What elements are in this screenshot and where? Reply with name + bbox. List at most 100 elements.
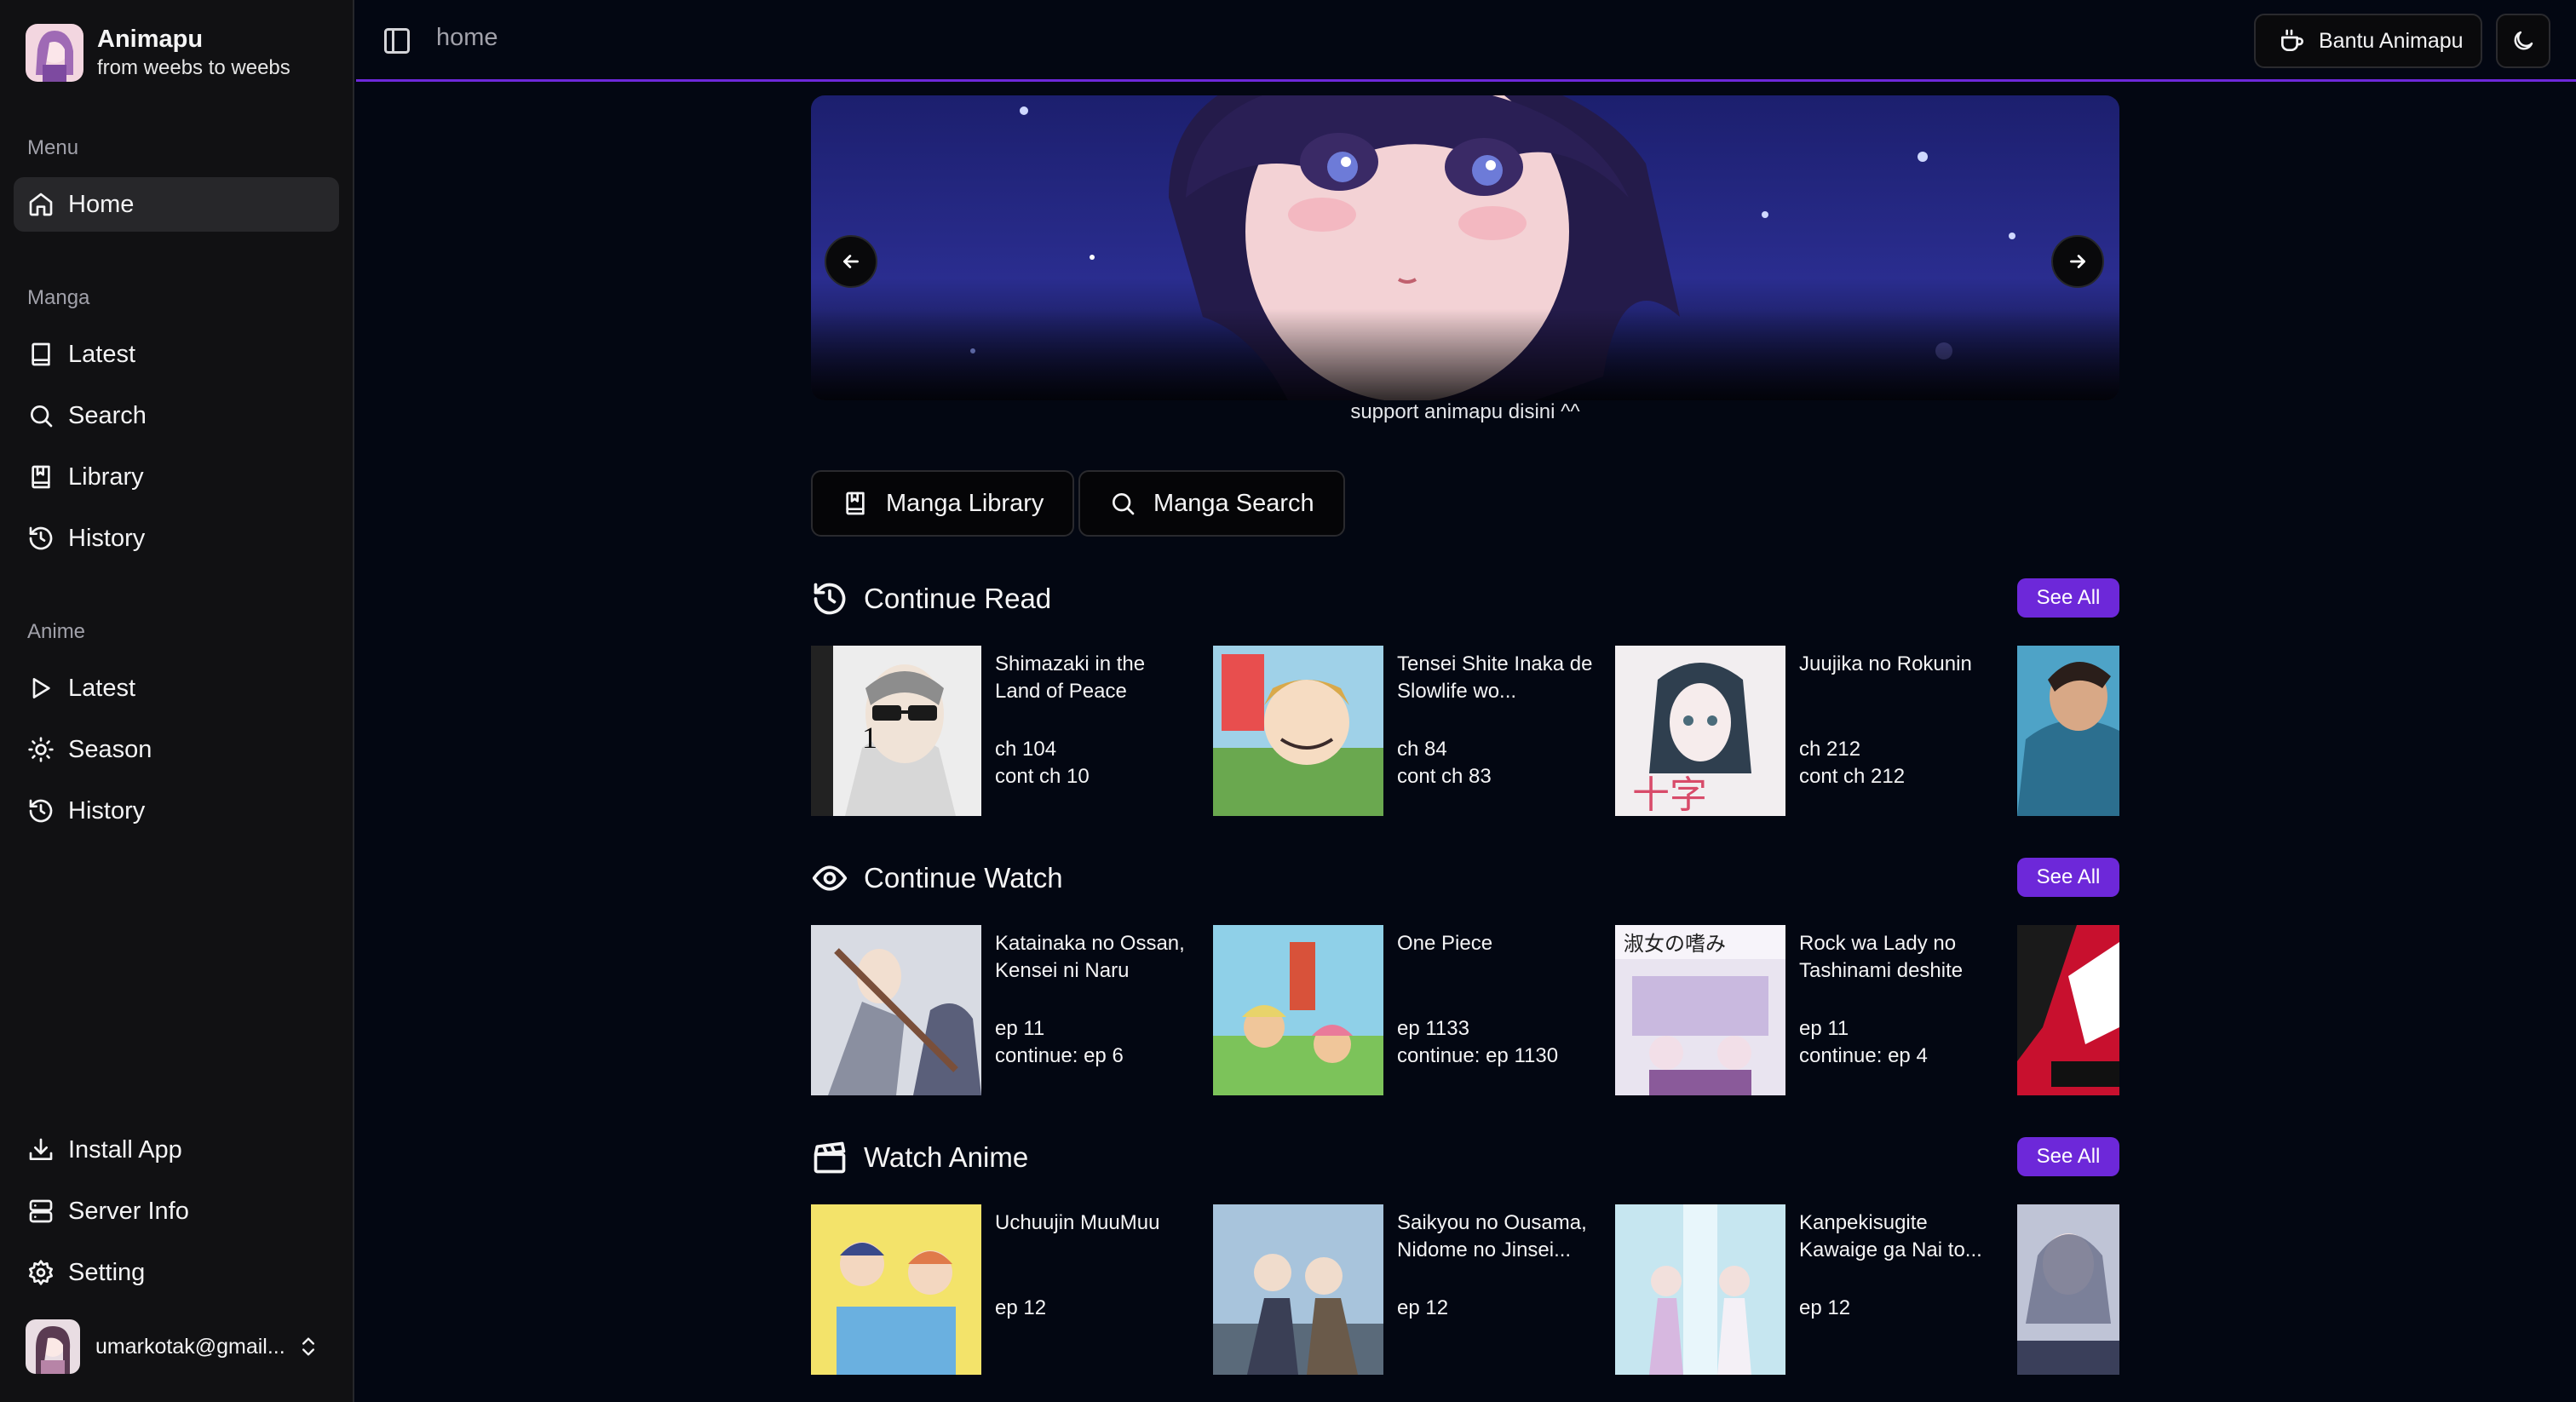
svg-text:淑女の嗜み: 淑女の嗜み [1624, 932, 1726, 956]
breadcrumb: home [436, 24, 498, 51]
sidebar-item-manga-latest[interactable]: Latest [14, 327, 339, 382]
carousel-next-button[interactable] [2051, 235, 2104, 288]
sidebar-item-label: Latest [68, 340, 135, 368]
manga-cover[interactable] [1213, 646, 1383, 816]
anime-card[interactable]: Katainaka no Ossan, Kensei ni Naru ep 11… [811, 925, 1194, 1095]
brand[interactable]: Animapu from weebs to weebs [26, 24, 290, 82]
banner-caption[interactable]: support animapu disini ^^ [811, 400, 2119, 424]
anime-cover[interactable] [1213, 925, 1383, 1095]
sidebar-item-label: Search [68, 401, 147, 429]
avatar [26, 1319, 80, 1374]
coffee-icon [2281, 29, 2303, 51]
anime-card-peek[interactable] [2017, 1204, 2119, 1375]
book-icon [27, 341, 55, 368]
card-title: Juujika no Rokunin [1799, 652, 1972, 675]
manga-cover[interactable]: 1 [811, 646, 981, 816]
card-latest: ep 11 [995, 1017, 1045, 1040]
gear-icon [27, 1259, 55, 1286]
sidebar-item-label: Library [68, 463, 144, 491]
clapperboard-icon [814, 1141, 846, 1174]
card-latest: ep 1133 [1397, 1017, 1469, 1040]
support-button[interactable]: Bantu Animapu [2254, 14, 2482, 68]
svg-text:1: 1 [862, 721, 877, 755]
card-latest: ep 12 [1397, 1296, 1449, 1319]
sidebar-item-setting[interactable]: Setting [14, 1245, 339, 1300]
section-title: Continue Read [864, 583, 1052, 614]
sidebar-item-manga-history[interactable]: History [14, 511, 339, 566]
anime-card-peek[interactable] [2017, 925, 2119, 1095]
anime-card[interactable]: Saikyou no Ousama, Nidome no Jinsei... e… [1213, 1204, 1596, 1375]
card-progress: cont ch 10 [995, 765, 1090, 788]
library-book-icon [27, 463, 55, 491]
sidebar-item-label: Home [68, 190, 135, 218]
svg-text:十字: 十字 [1632, 773, 1707, 816]
card-latest: ep 12 [1799, 1296, 1851, 1319]
sidebar-item-manga-library[interactable]: Library [14, 450, 339, 504]
manga-card[interactable]: Tensei Shite Inaka de Slowlife wo... ch … [1213, 646, 1596, 816]
history-icon [814, 583, 846, 615]
brand-subtitle: from weebs to weebs [97, 56, 290, 79]
anime-cover[interactable] [811, 925, 981, 1095]
anime-card[interactable]: Uchuujin MuuMuu ep 12 [811, 1204, 1194, 1375]
sidebar-item-label: Latest [68, 674, 135, 702]
card-latest: ch 212 [1799, 738, 1861, 761]
card-latest: ep 12 [995, 1296, 1047, 1319]
manga-card-peek[interactable] [2017, 646, 2119, 816]
see-all-button[interactable]: See All [2017, 1137, 2119, 1176]
anime-cover[interactable]: 淑女の嗜み [1615, 925, 1785, 1095]
anime-cover[interactable] [1213, 1204, 1383, 1375]
sidebar-toggle-icon[interactable] [382, 26, 412, 56]
carousel-prev-button[interactable] [825, 235, 877, 288]
server-icon [27, 1198, 55, 1225]
library-book-icon [846, 491, 865, 515]
eye-icon [812, 865, 848, 891]
sidebar-item-anime-history[interactable]: History [14, 784, 339, 838]
sidebar-item-anime-season[interactable]: Season [14, 722, 339, 777]
see-all-button[interactable]: See All [2017, 858, 2119, 897]
section-title: Watch Anime [864, 1141, 1029, 1173]
sidebar-item-manga-search[interactable]: Search [14, 388, 339, 443]
manga-library-label: Manga Library [886, 489, 1044, 517]
card-progress: continue: ep 1130 [1397, 1044, 1559, 1067]
sidebar-item-label: Season [68, 735, 152, 763]
home-icon [27, 191, 55, 218]
play-icon [27, 675, 55, 702]
hero-banner[interactable] [811, 95, 2119, 400]
continue-watch-header: Continue Watch See All [811, 856, 2119, 900]
sidebar-item-server-info[interactable]: Server Info [14, 1184, 339, 1238]
anime-cover[interactable] [811, 1204, 981, 1375]
brand-logo [26, 24, 83, 82]
anime-cover[interactable] [1615, 1204, 1785, 1375]
manga-library-button[interactable]: Manga Library [811, 470, 1075, 537]
see-all-button[interactable]: See All [2017, 578, 2119, 618]
arrow-left-icon [843, 255, 859, 268]
card-title: Shimazaki in the Land of Peace [995, 652, 1146, 703]
user-menu[interactable]: umarkotak@gmail... [26, 1319, 332, 1375]
sidebar-item-label: History [68, 796, 146, 825]
download-icon [27, 1136, 55, 1164]
anime-card[interactable]: Kanpekisugite Kawaige ga Nai to... ep 12 [1615, 1204, 1998, 1375]
theme-toggle-button[interactable] [2496, 14, 2550, 68]
card-progress: cont ch 83 [1397, 765, 1492, 788]
search-icon [1113, 493, 1135, 515]
history-icon [27, 797, 55, 825]
card-progress: continue: ep 6 [995, 1044, 1124, 1067]
continue-read-header: Continue Read See All [811, 577, 2119, 621]
manga-card[interactable]: 1 Shimazaki in the Land of Peace ch 104 … [811, 646, 1194, 816]
sidebar-item-install-app[interactable]: Install App [14, 1123, 339, 1177]
manga-cover[interactable]: 十字 [1615, 646, 1785, 816]
anime-card[interactable]: 淑女の嗜み Rock wa Lady no Tashinami deshite … [1615, 925, 1998, 1095]
section-title: Continue Watch [864, 862, 1063, 893]
sidebar-item-home[interactable]: Home [14, 177, 339, 232]
anime-card[interactable]: One Piece ep 1133 continue: ep 1130 [1213, 925, 1596, 1095]
sidebar-item-anime-latest[interactable]: Latest [14, 661, 339, 715]
top-bar: home Bantu Animapu [356, 0, 2576, 82]
sidebar: Animapu from weebs to weebs Menu Home Ma… [0, 0, 354, 1402]
card-latest: ep 11 [1799, 1017, 1849, 1040]
manga-search-button[interactable]: Manga Search [1078, 470, 1345, 537]
card-title: Uchuujin MuuMuu [995, 1211, 1160, 1234]
sun-icon [27, 736, 55, 763]
arrow-right-icon [2070, 255, 2085, 268]
manga-card[interactable]: 十字 Juujika no Rokunin ch 212 cont ch 212 [1615, 646, 1998, 816]
brand-title: Animapu [97, 26, 204, 53]
